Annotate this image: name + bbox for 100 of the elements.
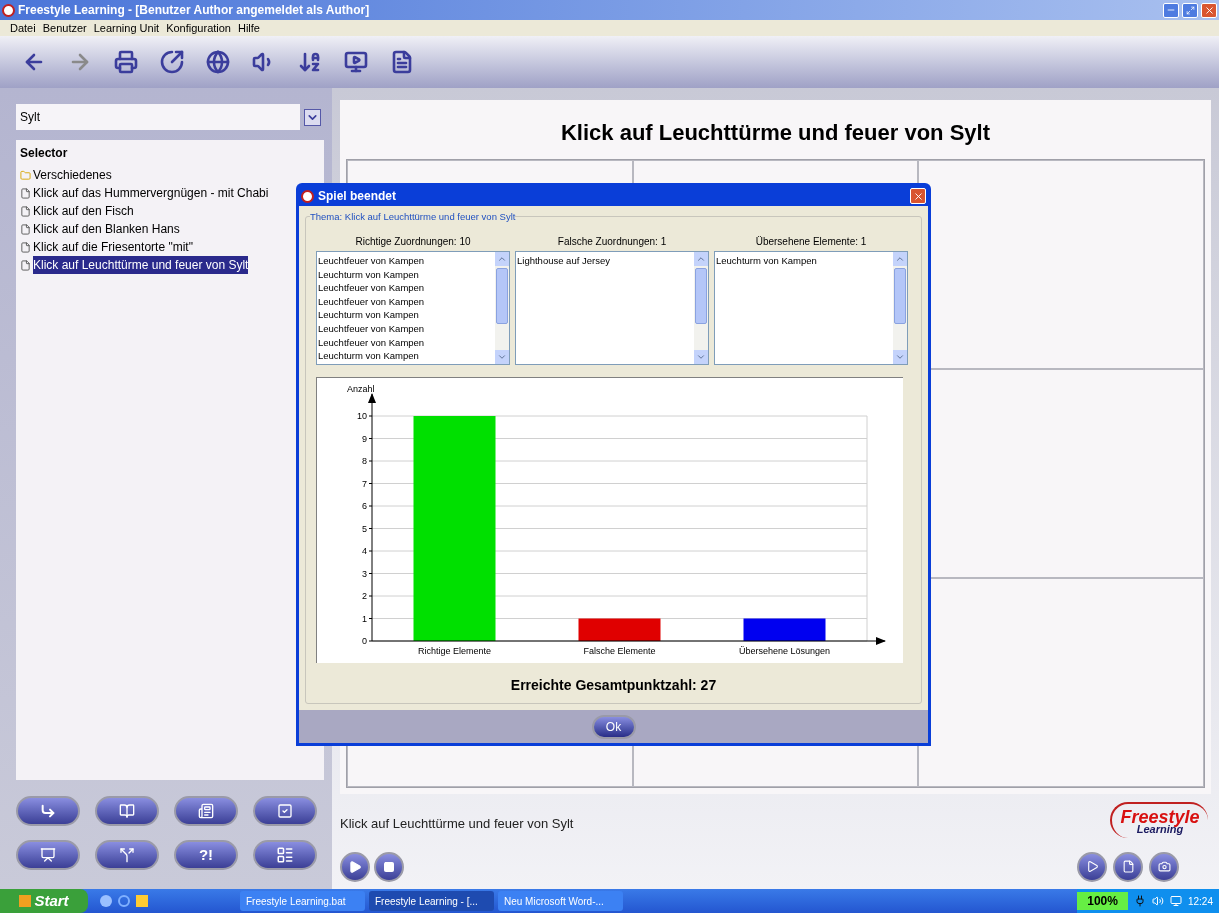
pages-button[interactable] (174, 796, 238, 826)
taskbar-button[interactable]: Freestyle Learning - [... (369, 891, 494, 911)
x-category-label: Falsche Elemente (583, 646, 656, 656)
list-item[interactable]: Leuchtfeuer von Kampen (318, 254, 495, 268)
taskbar-button[interactable]: Neu Microsoft Word-... (498, 891, 623, 911)
scroll-thumb[interactable] (695, 268, 707, 324)
book-icon (119, 803, 135, 819)
globe-icon[interactable] (206, 50, 230, 74)
list-item[interactable]: Leuchturm von Kampen (318, 308, 495, 322)
book-button[interactable] (95, 796, 159, 826)
scrollbar[interactable] (893, 252, 907, 364)
minimize-button[interactable] (1163, 2, 1179, 18)
chevron-down-icon (895, 352, 905, 362)
close-button[interactable] (910, 188, 926, 204)
chevron-down-icon (497, 352, 507, 362)
quicklaunch-icon[interactable] (100, 895, 112, 907)
y-tick-label: 1 (362, 613, 367, 624)
printer-icon[interactable] (114, 50, 138, 74)
y-axis-label: Anzahl (347, 384, 375, 394)
list-item[interactable]: Leuchturm von Kampen (318, 349, 495, 363)
score-text: Erreichte Gesamtpunktzahl: 27 (510, 676, 717, 695)
menu-item[interactable]: Learning Unit (93, 19, 160, 37)
plug-icon[interactable] (1133, 895, 1146, 907)
y-tick-label: 7 (362, 478, 367, 489)
list-item[interactable]: Leuchturm von Kampen (716, 254, 893, 268)
y-tick-label: 6 (362, 501, 367, 511)
logo: Freestyle Learning (1110, 802, 1208, 838)
clock: 12:24 (1187, 894, 1213, 909)
list-header: Übersehene Elemente: 1 (755, 235, 867, 249)
play-outline-button[interactable] (1077, 851, 1107, 882)
browser-icon[interactable] (118, 895, 130, 907)
selector-item[interactable]: Klick auf die Friesentorte "mit" (33, 238, 193, 256)
close-button[interactable] (1201, 2, 1217, 18)
selector-item[interactable]: Verschiedenes (33, 166, 112, 184)
menu-item[interactable]: Benutzer (42, 19, 87, 37)
camera-icon (1157, 860, 1171, 873)
list-item[interactable]: Lighthouse auf Jersey (517, 254, 694, 268)
maximize-button[interactable] (1182, 2, 1198, 18)
group-title: Thema: Klick auf Leuchttürme und feuer von Sylt (310, 210, 516, 225)
page-button[interactable] (1113, 851, 1143, 882)
content-caption: Klick auf Leuchttürme und feuer von Sylt (340, 815, 574, 833)
chevron-up-icon (895, 254, 905, 264)
list-item[interactable]: Leuchtfeuer von Kampen (318, 294, 495, 309)
windows-logo-icon (19, 895, 32, 907)
arrow-button[interactable] (16, 796, 80, 826)
play-icon (348, 859, 362, 874)
checkbox-button[interactable] (253, 796, 317, 826)
ok-button[interactable]: Ok (591, 714, 636, 739)
camera-button[interactable] (1149, 851, 1179, 882)
dropdown-button[interactable] (304, 108, 321, 126)
play-button[interactable] (340, 851, 370, 882)
document-icon (20, 241, 31, 253)
monitor-icon[interactable] (344, 50, 368, 74)
circle-arrow-icon[interactable] (160, 50, 184, 74)
content-title: Klick auf Leuchttürme und feuer von Sylt (560, 119, 991, 147)
stop-button[interactable] (374, 851, 404, 882)
scrollbar[interactable] (495, 252, 509, 364)
x-category-label: Übersehene Lösungen (738, 646, 831, 656)
unit-select-field[interactable]: Sylt (16, 104, 300, 130)
window-title: Freestyle Learning - [Benutzer Author angemeldet als Author] (18, 2, 371, 19)
arrow-icon (40, 803, 56, 819)
y-tick-label: 10 (357, 411, 367, 421)
document-icon (20, 259, 31, 271)
list-item[interactable]: Leuchtfeuer von Kampen (318, 335, 495, 350)
list-header: Falsche Zuordnungen: 1 (557, 235, 667, 249)
list-button[interactable] (253, 840, 317, 870)
app-icon (301, 189, 314, 203)
chevron-up-icon (696, 254, 706, 264)
selector-title: Selector (20, 145, 69, 162)
selector-item[interactable]: Klick auf den Fisch (33, 202, 134, 220)
y-tick-label: 2 (362, 591, 367, 601)
dialog-title: Spiel beendet (318, 188, 398, 205)
folder-icon (20, 169, 31, 181)
close-icon (912, 190, 924, 202)
presentation-icon (40, 847, 56, 863)
document-icon (20, 205, 31, 217)
connector-button[interactable] (95, 840, 159, 870)
pages-icon (198, 803, 214, 819)
taskbar-button[interactable]: Freestyle Learning.bat (240, 891, 365, 911)
list-item[interactable]: Leuchtfeuer von Kampen (318, 281, 495, 295)
selector-item[interactable]: Klick auf das Hummervergnügen - mit Chabi (33, 184, 269, 202)
quiz-button[interactable]: ?! (174, 840, 238, 870)
close-icon (1203, 4, 1215, 16)
list-item[interactable]: Leuchturm von Kampen (318, 267, 495, 282)
menu-item[interactable]: Datei (10, 19, 36, 37)
document-icon[interactable] (390, 50, 414, 74)
selector-item[interactable]: Klick auf den Blanken Hans (33, 220, 180, 238)
y-tick-label: 9 (362, 433, 367, 444)
monitor-icon[interactable] (1169, 895, 1182, 907)
app-icon (2, 3, 15, 17)
scroll-thumb[interactable] (894, 268, 906, 324)
scroll-thumb[interactable] (496, 268, 508, 324)
list-item[interactable]: Leuchtfeuer von Kampen (318, 321, 495, 336)
scrollbar[interactable] (694, 252, 708, 364)
presentation-button[interactable] (16, 840, 80, 870)
speaker-icon[interactable] (1151, 895, 1164, 907)
menu-item[interactable]: Konfiguration (166, 19, 231, 37)
chevron-down-icon (696, 352, 706, 362)
menu-item[interactable]: Hilfe (238, 19, 260, 37)
a-z-icon[interactable] (298, 50, 322, 74)
